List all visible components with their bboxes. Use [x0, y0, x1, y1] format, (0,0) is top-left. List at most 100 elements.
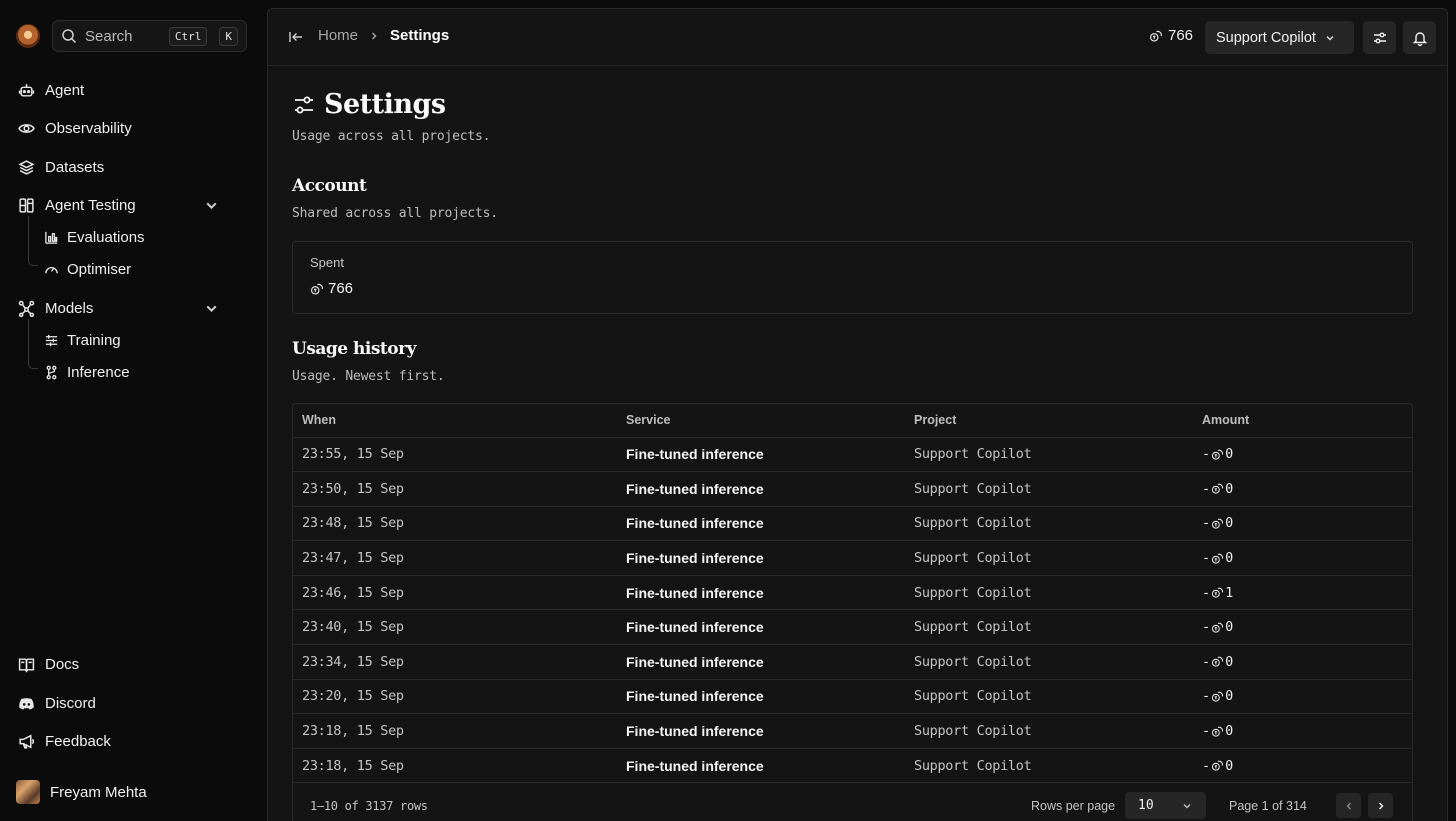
project-selector[interactable]: Support Copilot	[1205, 21, 1354, 54]
notifications-button[interactable]	[1403, 21, 1436, 54]
database-icon	[18, 159, 35, 175]
chart-icon	[45, 231, 58, 244]
sidebar-item-agent-testing[interactable]: Agent Testing	[18, 191, 242, 219]
account-section-subtitle: Shared across all projects.	[292, 206, 498, 221]
sidebar-item-inference[interactable]: Inference	[44, 359, 130, 385]
sidebar-item-models[interactable]: Models	[18, 294, 242, 322]
chevron-left-icon	[1346, 802, 1351, 809]
search-icon	[62, 29, 77, 44]
table-row[interactable]: 23:48, 15 Sep Fine-tuned inference Support…	[293, 506, 1412, 542]
table-row[interactable]: 23:46, 15 Sep Fine-tuned inference Support…	[293, 575, 1412, 611]
sidebar-item-feedback[interactable]: Feedback	[18, 727, 111, 755]
sidebar-item-label: Observability	[45, 119, 132, 137]
table-row[interactable]: 23:18, 15 Sep Fine-tuned inference Support…	[293, 748, 1412, 784]
sidebar-item-agent[interactable]: Agent	[18, 76, 84, 104]
cell-service: Fine-tuned inference	[617, 679, 905, 715]
amount-value: -0	[1202, 723, 1233, 739]
sidebar-item-label: Docs	[45, 655, 80, 673]
cell-when: 23:55, 15 Sep	[293, 437, 617, 473]
account-section-title: Account	[292, 176, 367, 196]
cell-project: Support Copilot	[905, 644, 1193, 680]
amount-number: 1	[1225, 584, 1234, 601]
header-amount: Amount	[1193, 404, 1412, 438]
amount-value: -0	[1202, 481, 1233, 497]
next-page-button[interactable]	[1368, 793, 1393, 818]
sidebar-item-observability[interactable]: Observability	[18, 114, 132, 142]
settings-sliders-icon	[295, 96, 313, 113]
cell-amount: -0	[1193, 713, 1412, 749]
cell-service: Fine-tuned inference	[617, 540, 905, 576]
sidebar-item-label: Evaluations	[67, 228, 145, 246]
table-row[interactable]: 23:34, 15 Sep Fine-tuned inference Support…	[293, 644, 1412, 680]
sidebar-item-optimiser[interactable]: Optimiser	[44, 256, 131, 282]
tree-line	[28, 319, 29, 357]
cell-service: Fine-tuned inference	[617, 713, 905, 749]
cell-service: Fine-tuned inference	[617, 575, 905, 611]
tree-elbow	[28, 250, 38, 266]
credit-balance: 766	[1149, 27, 1193, 44]
spent-card: Spent 766	[292, 241, 1413, 314]
settings-button[interactable]	[1363, 21, 1396, 54]
sidebar-item-label: Inference	[67, 363, 130, 381]
table-row[interactable]: 23:18, 15 Sep Fine-tuned inference Support…	[293, 713, 1412, 749]
sidebar-item-label: Feedback	[45, 732, 111, 750]
prev-page-button[interactable]	[1336, 793, 1361, 818]
chevron-down-icon	[1326, 35, 1334, 40]
brand-logo[interactable]	[16, 24, 40, 48]
coins-icon	[311, 283, 323, 295]
cell-amount: -0	[1193, 540, 1412, 576]
table-row[interactable]: 23:55, 15 Sep Fine-tuned inference Support…	[293, 437, 1412, 473]
git-icon	[46, 365, 57, 379]
coins-icon	[1212, 726, 1224, 737]
cell-amount: -0	[1193, 506, 1412, 542]
search-box[interactable]: Search Ctrl K	[52, 20, 247, 52]
page-indicator: Page 1 of 314	[1229, 799, 1307, 813]
cell-when: 23:20, 15 Sep	[293, 679, 617, 715]
book-icon	[18, 657, 35, 673]
collapse-sidebar-icon[interactable]	[288, 29, 304, 45]
table-row[interactable]: 23:50, 15 Sep Fine-tuned inference Support…	[293, 471, 1412, 507]
sidebar-item-evaluations[interactable]: Evaluations	[44, 224, 145, 250]
cell-project: Support Copilot	[905, 609, 1193, 646]
coins-icon	[1212, 657, 1224, 668]
bell-icon	[1412, 31, 1427, 46]
table-row[interactable]: 23:47, 15 Sep Fine-tuned inference Support…	[293, 540, 1412, 576]
table-row[interactable]: 23:20, 15 Sep Fine-tuned inference Support…	[293, 679, 1412, 715]
cell-service: Fine-tuned inference	[617, 609, 905, 646]
amount-sign: -	[1202, 515, 1211, 532]
app: Search Ctrl K Agent Observability Datase…	[0, 0, 1456, 821]
rows-per-page-select[interactable]: 10	[1125, 792, 1206, 819]
cell-project: Support Copilot	[905, 437, 1193, 473]
sidebar-item-training[interactable]: Training	[44, 327, 121, 353]
amount-number: 0	[1225, 653, 1234, 670]
amount-number: 0	[1225, 480, 1234, 497]
cell-project: Support Copilot	[905, 713, 1193, 749]
sidebar-item-docs[interactable]: Docs	[18, 650, 79, 678]
avatar	[16, 780, 40, 804]
amount-sign: -	[1202, 550, 1211, 567]
cell-when: 23:18, 15 Sep	[293, 713, 617, 749]
spent-amount: 766	[328, 280, 354, 297]
tree-elbow	[28, 353, 38, 369]
sidebar-item-discord[interactable]: Discord	[18, 689, 96, 717]
chevron-down-icon[interactable]	[203, 300, 220, 317]
page-title-text: Settings	[324, 89, 446, 120]
table-row[interactable]: 23:40, 15 Sep Fine-tuned inference Support…	[293, 609, 1412, 646]
page-title: Settings	[292, 89, 446, 120]
amount-sign: -	[1202, 757, 1211, 774]
amount-value: -0	[1202, 446, 1233, 462]
eye-icon	[18, 123, 35, 133]
sidebar-item-label: Agent	[45, 81, 85, 99]
sidebar-item-datasets[interactable]: Datasets	[18, 153, 104, 181]
top-bar: Home Settings 766 Support Copilot	[268, 9, 1447, 66]
sidebar-item-label: Agent Testing	[45, 196, 136, 214]
amount-number: 0	[1225, 515, 1234, 532]
cell-when: 23:46, 15 Sep	[293, 575, 617, 611]
user-profile[interactable]: Freyam Mehta	[16, 780, 147, 804]
cell-amount: -0	[1193, 437, 1412, 473]
amount-number: 0	[1225, 723, 1234, 740]
breadcrumb-home[interactable]: Home	[318, 27, 358, 44]
chevron-down-icon[interactable]	[203, 197, 220, 214]
credit-value: 766	[1168, 27, 1194, 44]
page-subtitle: Usage across all projects.	[292, 129, 491, 144]
